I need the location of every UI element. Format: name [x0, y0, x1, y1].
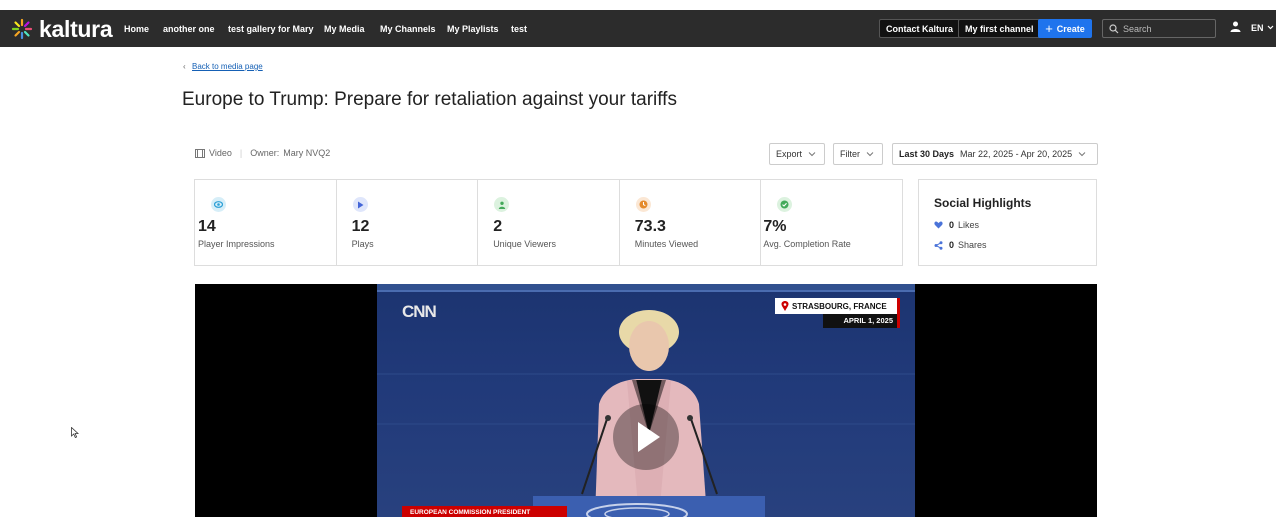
nav-item-test-gallery[interactable]: test gallery for Mary: [228, 24, 314, 34]
media-type-label: Video: [209, 148, 232, 158]
stat-value: 14: [198, 218, 216, 235]
social-highlights-panel: Social Highlights 0 Likes 0 Shares: [918, 179, 1097, 266]
stat-player-impressions: 14 Player Impressions: [195, 180, 337, 265]
contact-kaltura-button[interactable]: Contact Kaltura: [879, 19, 961, 38]
main-nav: Home another one test gallery for Mary M…: [0, 10, 540, 47]
play-icon: [638, 422, 660, 452]
share-icon: [934, 240, 943, 250]
media-meta: Video | Owner: Mary NVQ2: [195, 148, 330, 158]
stat-unique-viewers: 2 Unique Viewers: [478, 180, 620, 265]
owner-label: Owner:: [250, 148, 280, 158]
stat-value: 12: [351, 218, 370, 235]
shares-row: 0 Shares: [934, 240, 987, 250]
stat-plays: 12 Plays: [337, 180, 479, 265]
back-chevron-icon: ‹: [183, 62, 186, 71]
export-label: Export: [776, 149, 803, 159]
film-icon: [195, 148, 205, 158]
nav-item-test[interactable]: test: [511, 24, 527, 34]
likes-count: 0: [949, 220, 955, 230]
create-button-label: Create: [1056, 23, 1085, 34]
date-range-label: Last 30 Days: [899, 149, 955, 159]
lower-third: EUROPEAN COMMISSION PRESIDENT: [402, 506, 567, 517]
stat-label: Plays: [351, 239, 374, 249]
nav-item-home[interactable]: Home: [124, 24, 149, 34]
chevron-down-icon: [866, 152, 874, 157]
stat-value: 2: [493, 218, 503, 235]
shares-count: 0: [949, 240, 955, 250]
clock-icon: [635, 197, 651, 212]
heart-icon: [934, 221, 943, 229]
location-text: STRASBOURG, FRANCE: [792, 301, 887, 311]
location-badge: STRASBOURG, FRANCE: [775, 298, 899, 314]
chevron-down-icon: [1078, 152, 1086, 157]
stat-label: Unique Viewers: [493, 239, 557, 249]
page-title: Europe to Trump: Prepare for retaliation…: [182, 89, 677, 110]
video-player[interactable]: CNN STRASBOURG, FRANCE APRIL 1, 2025 EUR…: [195, 284, 1097, 517]
stat-value: 7%: [763, 218, 787, 235]
video-frame: CNN STRASBOURG, FRANCE APRIL 1, 2025 EUR…: [377, 284, 915, 517]
search-box: [1102, 19, 1216, 38]
plus-icon: +: [1045, 21, 1053, 36]
stat-label: Avg. Completion Rate: [763, 239, 851, 249]
chevron-down-icon: [808, 152, 816, 157]
date-range-dropdown[interactable]: Last 30 Days Mar 22, 2025 - Apr 20, 2025: [892, 143, 1098, 165]
search-input[interactable]: [1123, 22, 1211, 35]
stat-label: Minutes Viewed: [634, 239, 699, 249]
stats-panel: 14 Player Impressions 12 Plays 2 Unique …: [194, 179, 903, 266]
back-to-media-link[interactable]: Back to media page: [192, 62, 263, 71]
play-button[interactable]: [613, 404, 679, 470]
mouse-cursor-icon: [71, 427, 79, 438]
check-icon: [777, 197, 793, 212]
stat-minutes-viewed: 73.3 Minutes Viewed: [620, 180, 762, 265]
nav-item-my-channels[interactable]: My Channels: [380, 24, 436, 34]
date-badge: APRIL 1, 2025: [823, 314, 897, 328]
export-dropdown[interactable]: Export: [769, 143, 825, 165]
create-button[interactable]: + Create: [1038, 19, 1092, 38]
shares-label: Shares: [958, 240, 987, 250]
play-icon: [352, 197, 368, 212]
date-badge-accent: [897, 298, 900, 328]
cnn-logo: CNN: [402, 302, 437, 321]
eye-icon: [211, 197, 226, 212]
nav-item-my-playlists[interactable]: My Playlists: [447, 24, 499, 34]
owner-name: Mary NVQ2: [283, 148, 331, 158]
top-navigation-bar: kaltura Home another one test gallery fo…: [0, 10, 1276, 47]
location-pin-icon: [781, 301, 789, 311]
date-range-value: Mar 22, 2025 - Apr 20, 2025: [960, 149, 1073, 159]
user-icon: [494, 197, 510, 212]
stat-avg-completion-rate: 7% Avg. Completion Rate: [761, 180, 902, 265]
stat-label: Player Impressions: [198, 239, 275, 249]
likes-row: 0 Likes: [934, 220, 979, 230]
user-icon[interactable]: [1230, 21, 1241, 32]
search-icon: [1109, 24, 1119, 34]
language-selector[interactable]: EN: [1251, 23, 1264, 33]
social-highlights-title: Social Highlights: [934, 196, 1032, 210]
chevron-down-icon[interactable]: [1267, 24, 1274, 31]
likes-label: Likes: [958, 220, 980, 230]
divider: |: [239, 148, 243, 158]
nav-item-another-one[interactable]: another one: [163, 24, 215, 34]
filter-dropdown[interactable]: Filter: [833, 143, 883, 165]
filter-label: Filter: [840, 149, 860, 159]
my-first-channel-button[interactable]: My first channel: [958, 19, 1041, 38]
stat-value: 73.3: [634, 218, 666, 235]
nav-item-my-media[interactable]: My Media: [324, 24, 365, 34]
